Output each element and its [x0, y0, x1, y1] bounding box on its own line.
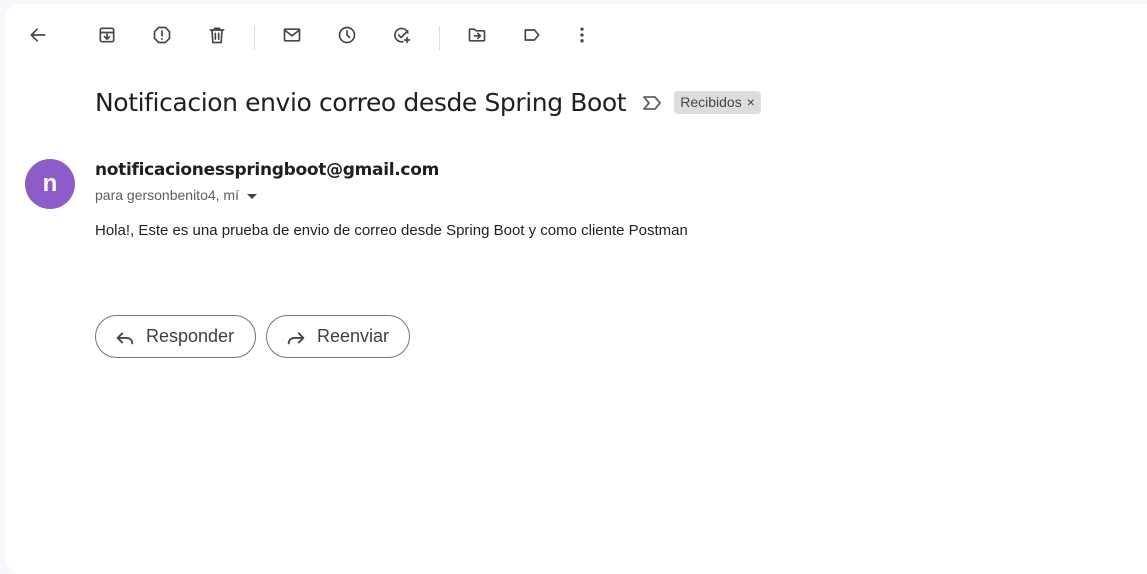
forward-icon — [287, 331, 305, 344]
more-options-button[interactable] — [564, 17, 600, 53]
email-body: Hola!, Este es una prueba de envio de co… — [95, 222, 688, 239]
mark-unread-icon — [283, 28, 301, 42]
report-spam-icon — [153, 26, 171, 44]
importance-marker[interactable] — [642, 93, 662, 113]
label-icon — [524, 29, 540, 41]
add-task-icon — [394, 27, 411, 44]
show-details-icon[interactable] — [246, 193, 257, 199]
mark-unread-button[interactable] — [274, 17, 310, 53]
subject-row: Notificacion envio correo desde Spring B… — [95, 88, 761, 117]
back-button[interactable] — [20, 17, 56, 53]
archive-icon — [99, 27, 115, 43]
forward-button[interactable]: Reenviar — [266, 315, 410, 358]
label-button[interactable] — [514, 17, 550, 53]
snooze-button[interactable] — [329, 17, 365, 53]
reply-icon — [116, 331, 134, 344]
forward-button-label: Reenviar — [317, 326, 390, 346]
sender-avatar[interactable]: n — [25, 159, 75, 209]
delete-icon — [209, 27, 225, 44]
reply-button-label: Responder — [146, 326, 235, 346]
inbox-label-chip: Recibidos × — [674, 91, 761, 114]
report-spam-button[interactable] — [144, 17, 180, 53]
reply-button[interactable]: Responder — [95, 315, 256, 358]
delete-button[interactable] — [199, 17, 235, 53]
back-arrow-icon — [30, 28, 46, 42]
recipients-line: para gersonbenito4, mí — [95, 187, 257, 203]
email-subject: Notificacion envio correo desde Spring B… — [95, 88, 627, 117]
archive-button[interactable] — [89, 17, 125, 53]
toolbar-divider — [439, 26, 440, 50]
more-options-icon — [580, 27, 584, 43]
message-panel: Notificacion envio correo desde Spring B… — [5, 4, 1147, 574]
recipients-text: para gersonbenito4, mí — [95, 187, 239, 203]
move-to-button[interactable] — [459, 17, 495, 53]
remove-label-icon[interactable]: × — [747, 94, 755, 110]
toolbar-divider — [254, 26, 255, 50]
add-task-button[interactable] — [384, 17, 420, 53]
move-to-icon — [468, 28, 486, 42]
sender-email[interactable]: notificacionesspringboot@gmail.com — [95, 160, 439, 180]
importance-marker-icon — [643, 95, 662, 110]
label-chip-text: Recibidos — [680, 94, 742, 110]
snooze-icon — [338, 26, 356, 44]
